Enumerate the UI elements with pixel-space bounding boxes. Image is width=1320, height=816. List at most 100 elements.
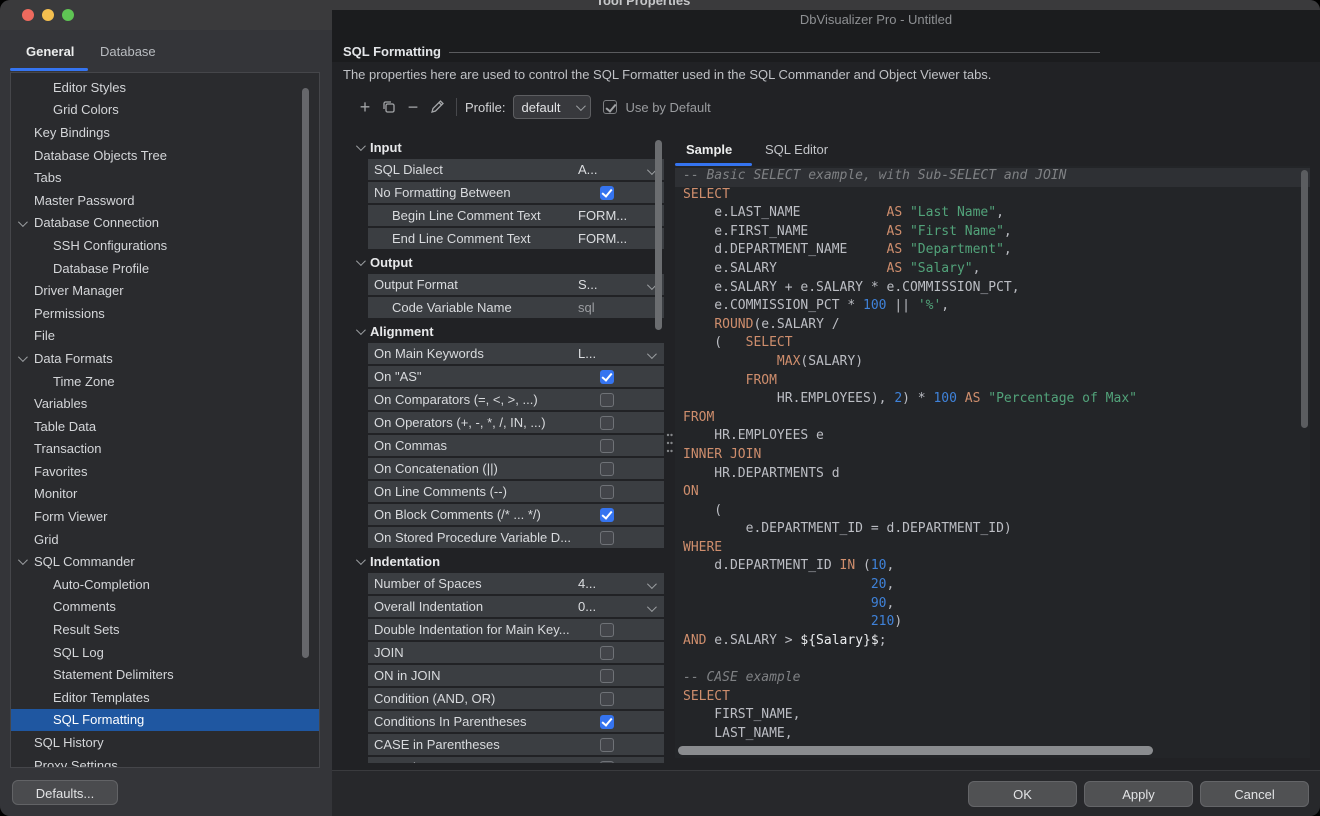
property-on-stored-procedure-variable-d[interactable]: On Stored Procedure Variable D... xyxy=(368,527,664,548)
section-output[interactable]: Output xyxy=(352,251,664,274)
property-case-in-parentheses[interactable]: CASE in Parentheses xyxy=(368,734,664,755)
chevron-down-icon[interactable] xyxy=(647,349,657,359)
property-checkbox[interactable] xyxy=(600,531,614,545)
property-code-variable-name[interactable]: Code Variable Namesql xyxy=(368,297,664,318)
tab-database[interactable]: Database xyxy=(100,44,156,59)
sidebar-item-auto-completion[interactable]: Auto-Completion xyxy=(11,573,319,596)
property-on-as[interactable]: On "AS" xyxy=(368,366,664,387)
apply-button[interactable]: Apply xyxy=(1084,781,1193,807)
sidebar-item-file[interactable]: File xyxy=(11,325,319,348)
code-vertical-scrollbar-thumb[interactable] xyxy=(1301,170,1308,428)
property-checkbox[interactable] xyxy=(600,692,614,706)
property-double-indentation-for-main-key[interactable]: Double Indentation for Main Key... xyxy=(368,619,664,640)
sidebar-item-table-data[interactable]: Table Data xyxy=(11,415,319,438)
property-begin-line-comment-text[interactable]: Begin Line Comment TextFORM... xyxy=(368,205,664,226)
tab-sql-editor[interactable]: SQL Editor xyxy=(765,142,828,157)
sql-sample-preview[interactable]: -- Basic SELECT example, with Sub-SELECT… xyxy=(675,166,1310,758)
property-condition-and-or[interactable]: Condition (AND, OR) xyxy=(368,688,664,709)
property-on-in-join[interactable]: ON in JOIN xyxy=(368,665,664,686)
ok-button[interactable]: OK xyxy=(968,781,1077,807)
tree-scrollbar-thumb[interactable] xyxy=(302,88,309,658)
property-on-line-comments[interactable]: On Line Comments (--) xyxy=(368,481,664,502)
property-checkbox[interactable] xyxy=(600,623,614,637)
property-value[interactable]: L... xyxy=(578,346,596,361)
property-join[interactable]: JOIN xyxy=(368,642,664,663)
close-window-icon[interactable] xyxy=(22,9,34,21)
property-checkbox[interactable] xyxy=(600,439,614,453)
defaults-button[interactable]: Defaults... xyxy=(12,780,118,805)
sidebar-item-result-sets[interactable]: Result Sets xyxy=(11,618,319,641)
chevron-down-icon[interactable] xyxy=(647,602,657,612)
sidebar-item-grid-colors[interactable]: Grid Colors xyxy=(11,99,319,122)
property-overall-indentation[interactable]: Overall Indentation0... xyxy=(368,596,664,617)
property-no-formatting-between[interactable]: No Formatting Between xyxy=(368,182,664,203)
sidebar-item-driver-manager[interactable]: Driver Manager xyxy=(11,279,319,302)
sidebar-item-master-password[interactable]: Master Password xyxy=(11,189,319,212)
property-end-line-comment-text[interactable]: End Line Comment TextFORM... xyxy=(368,228,664,249)
sidebar-item-tabs[interactable]: Tabs xyxy=(11,166,319,189)
sidebar-item-permissions[interactable]: Permissions xyxy=(11,302,319,325)
section-alignment[interactable]: Alignment xyxy=(352,320,664,343)
tab-sample[interactable]: Sample xyxy=(686,142,732,157)
property-sql-dialect[interactable]: SQL DialectA... xyxy=(368,159,664,180)
property-number-of-spaces[interactable]: Number of Spaces4... xyxy=(368,573,664,594)
add-profile-button[interactable]: + xyxy=(354,96,376,118)
property-on-commas[interactable]: On Commas xyxy=(368,435,664,456)
sidebar-item-database-connection[interactable]: Database Connection xyxy=(11,212,319,235)
property-value[interactable]: A... xyxy=(578,162,598,177)
property-value[interactable]: sql xyxy=(578,300,595,315)
options-scrollbar-thumb[interactable] xyxy=(655,140,662,330)
chevron-down-icon[interactable] xyxy=(18,352,28,362)
cancel-button[interactable]: Cancel xyxy=(1200,781,1309,807)
sidebar-item-sql-formatting[interactable]: SQL Formatting xyxy=(11,709,319,732)
property-on-operators-in[interactable]: On Operators (+, -, *, /, IN, ...) xyxy=(368,412,664,433)
property-checkbox[interactable] xyxy=(600,393,614,407)
property-value[interactable]: FORM... xyxy=(578,231,627,246)
sidebar-item-proxy-settings[interactable]: Proxy Settings xyxy=(11,754,319,768)
edit-profile-button[interactable] xyxy=(426,96,448,118)
sidebar-item-key-bindings[interactable]: Key Bindings xyxy=(11,121,319,144)
sidebar-item-editor-styles[interactable]: Editor Styles xyxy=(11,76,319,99)
property-value[interactable]: 4... xyxy=(578,576,596,591)
sidebar-item-time-zone[interactable]: Time Zone xyxy=(11,370,319,393)
sidebar-item-statement-delimiters[interactable]: Statement Delimiters xyxy=(11,663,319,686)
sidebar-item-database-profile[interactable]: Database Profile xyxy=(11,257,319,280)
property-checkbox[interactable] xyxy=(600,508,614,522)
minimize-window-icon[interactable] xyxy=(42,9,54,21)
property-checkbox[interactable] xyxy=(600,370,614,384)
property-output-format[interactable]: Output FormatS... xyxy=(368,274,664,295)
property-on-concatenation[interactable]: On Concatenation (||) xyxy=(368,458,664,479)
section-indentation[interactable]: Indentation xyxy=(352,550,664,573)
chevron-down-icon[interactable] xyxy=(647,579,657,589)
sidebar-item-form-viewer[interactable]: Form Viewer xyxy=(11,505,319,528)
use-by-default-checkbox[interactable] xyxy=(603,100,617,114)
sidebar-item-database-objects-tree[interactable]: Database Objects Tree xyxy=(11,144,319,167)
property-conditions-in-parentheses[interactable]: Conditions In Parentheses xyxy=(368,711,664,732)
sidebar-item-favorites[interactable]: Favorites xyxy=(11,460,319,483)
property-value[interactable]: S... xyxy=(578,277,598,292)
copy-profile-button[interactable] xyxy=(378,96,400,118)
property-checkbox[interactable] xyxy=(600,416,614,430)
sidebar-item-ssh-configurations[interactable]: SSH Configurations xyxy=(11,234,319,257)
chevron-down-icon[interactable] xyxy=(18,556,28,566)
sidebar-item-variables[interactable]: Variables xyxy=(11,392,319,415)
sidebar-item-transaction[interactable]: Transaction xyxy=(11,438,319,461)
profile-select[interactable]: default xyxy=(513,95,591,119)
sidebar-item-data-formats[interactable]: Data Formats xyxy=(11,347,319,370)
remove-profile-button[interactable]: − xyxy=(402,96,424,118)
sidebar-item-sql-log[interactable]: SQL Log xyxy=(11,641,319,664)
property-on-comparators[interactable]: On Comparators (=, <, >, ...) xyxy=(368,389,664,410)
property-on-main-keywords[interactable]: On Main KeywordsL... xyxy=(368,343,664,364)
property-checkbox[interactable] xyxy=(600,646,614,660)
property-then-in-case[interactable]: THEN in CASE xyxy=(368,757,664,763)
sidebar-item-editor-templates[interactable]: Editor Templates xyxy=(11,686,319,709)
sidebar-item-monitor[interactable]: Monitor xyxy=(11,483,319,506)
property-checkbox[interactable] xyxy=(600,462,614,476)
zoom-window-icon[interactable] xyxy=(62,9,74,21)
property-value[interactable]: FORM... xyxy=(578,208,627,223)
property-checkbox[interactable] xyxy=(600,669,614,683)
sidebar-item-grid[interactable]: Grid xyxy=(11,528,319,551)
code-horizontal-scrollbar-thumb[interactable] xyxy=(678,746,1153,755)
property-checkbox[interactable] xyxy=(600,485,614,499)
sidebar-item-sql-history[interactable]: SQL History xyxy=(11,731,319,754)
